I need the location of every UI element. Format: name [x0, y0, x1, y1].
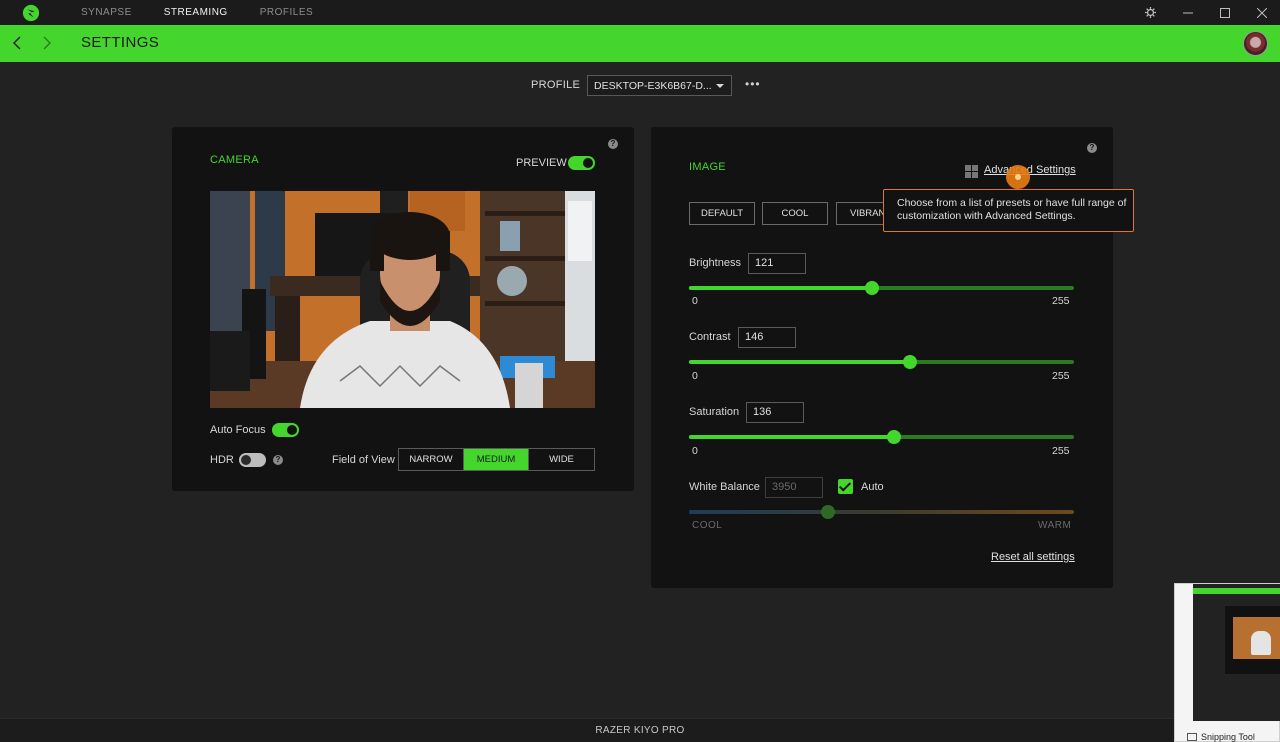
contrast-max: 255	[1052, 370, 1070, 382]
saturation-max: 255	[1052, 445, 1070, 457]
preset-cool-button[interactable]: COOL	[762, 202, 828, 225]
top-nav: SYNAPSE STREAMING PROFILES	[65, 0, 329, 25]
more-options-button[interactable]: •••	[745, 78, 761, 90]
white-balance-cool-label: COOL	[692, 520, 723, 531]
nav-streaming[interactable]: STREAMING	[148, 0, 244, 25]
preview-toggle[interactable]	[568, 156, 595, 170]
hdr-toggle[interactable]	[239, 453, 266, 467]
title-bar: SYNAPSE STREAMING PROFILES	[0, 0, 1280, 25]
hdr-help-icon[interactable]: ?	[273, 455, 283, 465]
settings-header: SETTINGS	[0, 25, 1280, 62]
avatar[interactable]	[1243, 31, 1268, 56]
white-balance-input[interactable]: 3950	[765, 477, 823, 498]
minimize-button[interactable]	[1169, 0, 1206, 25]
close-button[interactable]	[1243, 0, 1280, 25]
field-of-view-selector: NARROW MEDIUM WIDE	[398, 448, 595, 471]
advanced-settings-tooltip: Choose from a list of presets or have fu…	[883, 189, 1134, 232]
snipping-thumbnail	[1193, 584, 1280, 721]
close-icon	[1256, 7, 1267, 18]
saturation-slider[interactable]	[689, 430, 1074, 444]
white-balance-warm-label: WARM	[1038, 520, 1072, 531]
brightness-slider-fill	[689, 286, 872, 290]
white-balance-slider-handle[interactable]	[820, 505, 835, 519]
thumbnail-person	[1251, 631, 1271, 655]
page-title: SETTINGS	[81, 34, 160, 51]
profile-dropdown[interactable]: DESKTOP-E3K6B67-D...	[587, 75, 732, 96]
razer-logo-icon[interactable]	[22, 4, 40, 22]
settings-gear-button[interactable]	[1132, 0, 1169, 25]
white-balance-slider[interactable]	[689, 505, 1074, 519]
contrast-slider[interactable]	[689, 355, 1074, 369]
thumbnail-header	[1193, 588, 1280, 594]
image-section-title: IMAGE	[689, 161, 726, 173]
fov-medium-option[interactable]: MEDIUM	[464, 449, 529, 470]
camera-feed-image	[210, 191, 595, 408]
camera-preview	[210, 191, 595, 408]
saturation-slider-fill	[689, 435, 895, 439]
contrast-min: 0	[692, 370, 698, 382]
device-name: RAZER KIYO PRO	[595, 725, 685, 736]
brightness-max: 255	[1052, 295, 1070, 307]
contrast-slider-handle[interactable]	[902, 355, 917, 369]
gear-icon	[1145, 7, 1156, 18]
hdr-label: HDR	[210, 454, 234, 466]
maximize-icon	[1219, 7, 1230, 18]
reset-all-settings-link[interactable]: Reset all settings	[991, 551, 1075, 563]
fov-narrow-option[interactable]: NARROW	[399, 449, 464, 470]
brightness-label: Brightness	[689, 257, 741, 269]
snipping-tool-preview[interactable]: Snipping Tool	[1174, 583, 1280, 742]
window-controls	[1132, 0, 1280, 25]
brightness-min: 0	[692, 295, 698, 307]
auto-focus-label: Auto Focus	[210, 424, 266, 436]
saturation-label: Saturation	[689, 406, 740, 418]
saturation-min: 0	[692, 445, 698, 457]
minimize-icon	[1182, 12, 1193, 13]
nav-profiles[interactable]: PROFILES	[244, 0, 329, 25]
contrast-input[interactable]: 146	[738, 327, 796, 348]
chevron-down-icon	[716, 84, 724, 88]
snipping-tool-icon	[1187, 733, 1197, 741]
fov-label: Field of View	[332, 454, 395, 466]
brightness-input[interactable]: 121	[748, 253, 806, 274]
camera-section-title: CAMERA	[210, 154, 259, 166]
device-footer: RAZER KIYO PRO	[0, 718, 1280, 742]
white-balance-auto-checkbox[interactable]	[838, 479, 853, 494]
cursor-highlight-icon	[1006, 165, 1030, 189]
back-arrow-icon[interactable]	[10, 35, 26, 51]
brightness-slider-handle[interactable]	[864, 281, 879, 295]
help-icon[interactable]: ?	[608, 139, 618, 149]
preview-label: PREVIEW	[516, 157, 567, 169]
camera-panel: ? CAMERA PREVIEW Auto Focus HDR ? Field …	[172, 127, 634, 491]
windows-icon	[965, 165, 978, 178]
nav-synapse[interactable]: SYNAPSE	[65, 0, 148, 25]
white-balance-label: White Balance	[689, 481, 760, 493]
snipping-tool-label: Snipping Tool	[1201, 732, 1255, 742]
contrast-slider-fill	[689, 360, 910, 364]
saturation-input[interactable]: 136	[746, 402, 804, 423]
saturation-slider-handle[interactable]	[887, 430, 902, 444]
profile-label: PROFILE	[531, 79, 581, 91]
auto-focus-toggle[interactable]	[272, 423, 299, 437]
profile-dropdown-value: DESKTOP-E3K6B67-D...	[594, 80, 712, 92]
preset-default-button[interactable]: DEFAULT	[689, 202, 755, 225]
forward-arrow-icon[interactable]	[38, 35, 54, 51]
contrast-label: Contrast	[689, 331, 731, 343]
help-icon[interactable]: ?	[1087, 143, 1097, 153]
white-balance-auto-label: Auto	[861, 481, 884, 493]
brightness-slider[interactable]	[689, 281, 1074, 295]
fov-wide-option[interactable]: WIDE	[529, 449, 594, 470]
maximize-button[interactable]	[1206, 0, 1243, 25]
